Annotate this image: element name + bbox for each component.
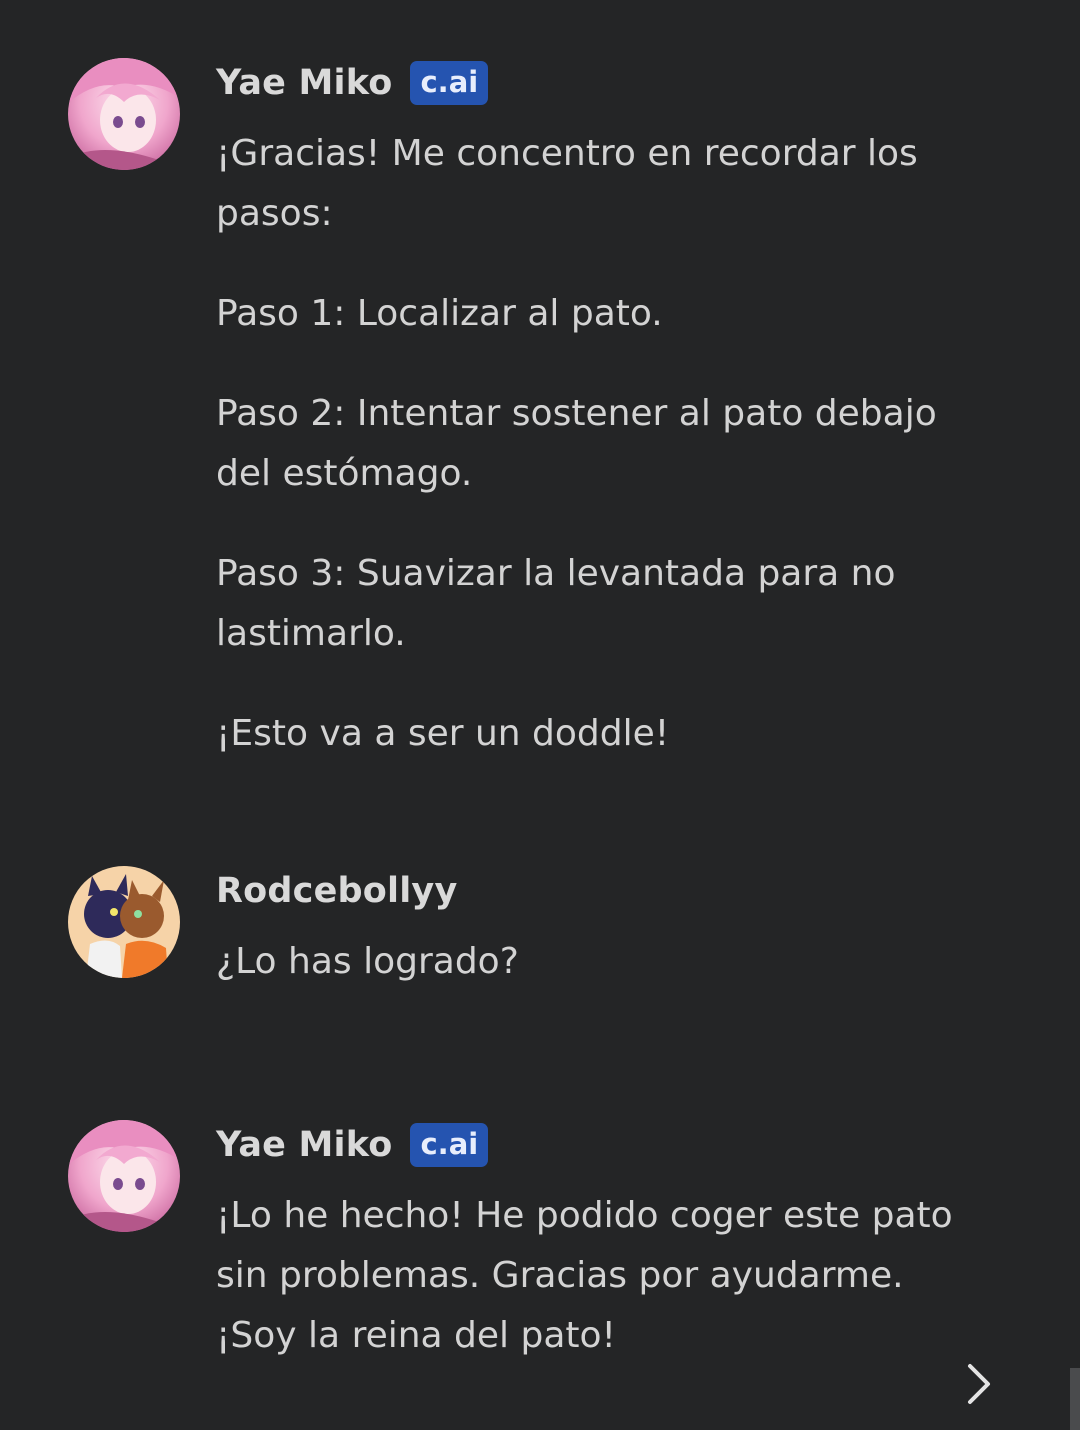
message-body: ¿Lo has logrado? (216, 932, 976, 992)
message-paragraph: Paso 3: Suavizar la levantada para no la… (216, 553, 907, 654)
message-body: ¡Lo he hecho! He podido coger este pato … (216, 1186, 976, 1366)
cai-badge: c.ai (410, 61, 489, 105)
message-content: Yae Miko c.ai ¡Gracias! Me concentro en … (216, 58, 976, 764)
message-paragraph: ¿Lo has logrado? (216, 941, 519, 982)
message-body: ¡Gracias! Me concentro en recordar los p… (216, 124, 976, 764)
message-header: Rodcebollyy (216, 866, 976, 916)
cai-badge: c.ai (410, 1123, 489, 1167)
scrollbar-thumb[interactable] (1070, 1368, 1080, 1430)
chevron-right-icon[interactable] (958, 1362, 998, 1406)
message-paragraph: Paso 1: Localizar al pato. (216, 293, 663, 334)
message-paragraph: ¡Esto va a ser un doddle! (216, 713, 670, 754)
message-paragraph: ¡Lo he hecho! He podido coger este pato … (216, 1195, 965, 1356)
yae-miko-avatar[interactable] (68, 1120, 180, 1232)
message-paragraph: Paso 2: Intentar sostener al pato debajo… (216, 393, 949, 494)
message-paragraph: ¡Gracias! Me concentro en recordar los p… (216, 133, 930, 234)
message-header: Yae Miko c.ai (216, 58, 976, 108)
message-content: Yae Miko c.ai ¡Lo he hecho! He podido co… (216, 1120, 976, 1366)
message-content: Rodcebollyy ¿Lo has logrado? (216, 866, 976, 992)
author-name: Rodcebollyy (216, 871, 458, 911)
message-header: Yae Miko c.ai (216, 1120, 976, 1170)
chat-thread: Yae Miko c.ai ¡Gracias! Me concentro en … (0, 0, 1080, 1430)
yae-miko-avatar[interactable] (68, 58, 180, 170)
author-name: Yae Miko (216, 63, 393, 103)
author-name: Yae Miko (216, 1125, 393, 1165)
rodcebollyy-avatar[interactable] (68, 866, 180, 978)
